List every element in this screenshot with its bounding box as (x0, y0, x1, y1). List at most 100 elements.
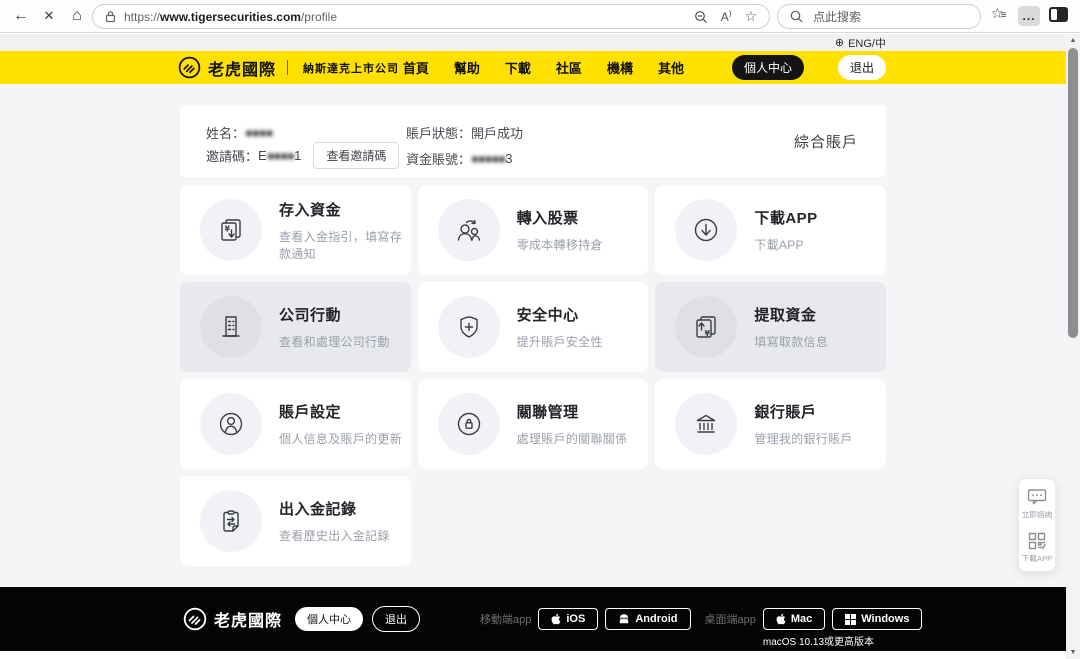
footer-profile-center-button[interactable]: 個人中心 (295, 607, 363, 631)
consult-label: 立即諮詢 (1022, 509, 1052, 519)
card-title: 提取資金 (754, 304, 828, 325)
nav-institution[interactable]: 機構 (607, 58, 633, 77)
card-subtitle: 管理我的銀行賬戶 (754, 430, 852, 447)
nav-community[interactable]: 社區 (556, 58, 582, 77)
association-icon (438, 393, 500, 455)
windows-download-button[interactable]: Windows (832, 608, 922, 630)
footer-logout-button[interactable]: 退出 (372, 606, 420, 632)
card-security-center[interactable]: 安全中心 提升賬戶安全性 (418, 282, 649, 372)
desktop-app-label: 桌面端app (705, 611, 756, 627)
stop-icon[interactable]: ✕ (36, 3, 62, 29)
ios-download-button[interactable]: iOS (538, 608, 598, 630)
view-invite-code-button[interactable]: 查看邀請碼 (313, 142, 399, 169)
lock-icon (105, 10, 116, 23)
card-subtitle: 查看入金指引，填寫存款通知 (279, 228, 411, 262)
brand-name: 老虎國際 (208, 56, 276, 80)
account-status-value: 開戶成功 (471, 123, 523, 142)
card-title: 下載APP (754, 207, 817, 228)
brand-divider (287, 60, 288, 75)
invite-code-suffix: 1 (294, 148, 301, 163)
card-deposit-funds[interactable]: ¥ 存入資金 查看入金指引，填寫存款通知 (180, 185, 411, 275)
invite-code-label: 邀請碼： (206, 146, 258, 165)
scrollbar-thumb[interactable] (1068, 48, 1078, 338)
favorite-star-icon[interactable]: ☆ (744, 8, 757, 25)
card-title: 關聯管理 (517, 401, 628, 422)
read-aloud-icon[interactable]: A) (721, 9, 732, 24)
android-download-button[interactable]: Android (605, 608, 690, 630)
card-transfer-stock[interactable]: 轉入股票 零成本轉移持倉 (418, 185, 649, 275)
invite-code-prefix: E (258, 148, 267, 163)
svg-text:¥: ¥ (225, 225, 231, 234)
account-status-label: 賬戶狀態： (406, 123, 471, 142)
card-account-settings[interactable]: 賬戶設定 個人信息及賬戶的更新 (180, 379, 411, 469)
function-card-grid: ¥ 存入資金 查看入金指引，填寫存款通知 (180, 185, 886, 566)
consult-now-button[interactable]: 立即諮詢 (1021, 488, 1053, 520)
address-bar[interactable]: https://www.tigersecurities.com/profile … (92, 4, 770, 29)
globe-icon: ⊕ (835, 36, 844, 49)
nav-help[interactable]: 幫助 (454, 58, 480, 77)
card-title: 存入資金 (279, 199, 411, 220)
tiger-logo-icon (178, 56, 201, 79)
macos-version-note: macOS 10.13或更高版本 (763, 633, 874, 648)
card-fund-records[interactable]: 出入金記錄 查看歷史出入金記錄 (180, 476, 411, 566)
footer-tiger-logo-icon (183, 607, 207, 631)
card-subtitle: 填寫取款信息 (754, 333, 828, 350)
mac-download-button[interactable]: Mac (763, 608, 825, 630)
brand-subtitle: 納斯達克上市公司 (303, 60, 399, 76)
scroll-up-arrow[interactable]: ▲ (1066, 34, 1080, 47)
split-screen-icon[interactable] (1049, 7, 1068, 22)
more-menu-button[interactable]: ... (1018, 6, 1040, 26)
card-corporate-action[interactable]: 公司行動 查看和處理公司行動 (180, 282, 411, 372)
search-box[interactable]: 点此搜索 (777, 4, 981, 29)
card-association-management[interactable]: 關聯管理 處理賬戶的關聯關係 (418, 379, 649, 469)
card-title: 銀行賬戶 (754, 401, 852, 422)
card-download-app[interactable]: 下載APP 下載APP (655, 185, 886, 275)
card-bank-account[interactable]: 銀行賬戶 管理我的銀行賬戶 (655, 379, 886, 469)
nav-other[interactable]: 其他 (658, 58, 684, 77)
card-subtitle: 查看歷史出入金記錄 (279, 527, 390, 544)
nav-home[interactable]: 首頁 (403, 58, 429, 77)
search-icon (790, 10, 803, 23)
site-logo[interactable]: 老虎國際 納斯達克上市公司 (178, 56, 399, 80)
favorites-bar-icon[interactable]: ☆≡ (991, 5, 1006, 22)
card-subtitle: 提升賬戶安全性 (517, 333, 603, 350)
download-app-label: 下載APP (1022, 553, 1052, 563)
site-navbar: 老虎國際 納斯達克上市公司 首頁 幫助 下載 社區 機構 其他 個人中心 退出 (0, 51, 1066, 84)
account-settings-icon (200, 393, 262, 455)
name-label: 姓名： (206, 123, 245, 142)
apple-icon (551, 613, 561, 625)
scrollbar[interactable]: ▲ ▼ (1066, 34, 1080, 659)
account-type-label: 綜合賬戶 (794, 131, 858, 152)
windows-icon (845, 614, 856, 625)
chat-bubble-icon (1027, 488, 1047, 506)
page-bottom-strip (0, 651, 1066, 659)
transfer-stock-icon (438, 199, 500, 261)
back-icon[interactable]: ← (8, 3, 34, 29)
card-subtitle: 個人信息及賬戶的更新 (279, 430, 402, 447)
search-placeholder: 点此搜索 (813, 8, 861, 25)
download-app-widget-button[interactable]: 下載APP (1021, 532, 1053, 564)
corporate-action-icon (200, 296, 262, 358)
fund-account-redacted: ●●●●● (471, 151, 505, 166)
zoom-out-icon[interactable] (694, 10, 708, 24)
scroll-down-arrow[interactable]: ▼ (1066, 646, 1080, 659)
card-subtitle: 零成本轉移持倉 (517, 236, 603, 253)
language-switch[interactable]: ⊕ ENG/中 (180, 34, 886, 51)
logout-button[interactable]: 退出 (838, 55, 886, 80)
footer-logo: 老虎國際 (183, 607, 282, 631)
card-withdraw-funds[interactable]: ¥ 提取資金 填寫取款信息 (655, 282, 886, 372)
language-bar: ⊕ ENG/中 (0, 34, 1066, 51)
profile-center-button[interactable]: 個人中心 (732, 55, 804, 80)
name-value-redacted: ●●●● (245, 125, 272, 140)
nav-download[interactable]: 下載 (505, 58, 531, 77)
floating-side-widget: 立即諮詢 下載APP (1018, 478, 1056, 572)
security-center-icon (438, 296, 500, 358)
card-title: 轉入股票 (517, 207, 603, 228)
profile-info-panel: 姓名： ●●●● 邀請碼： E ●●●● 1 查看邀請碼 賬戶狀態： 開戶成功 … (180, 105, 886, 177)
language-label: ENG/中 (848, 35, 886, 51)
withdraw-funds-icon: ¥ (675, 296, 737, 358)
home-icon[interactable]: ⌂ (64, 3, 90, 29)
deposit-funds-icon: ¥ (200, 199, 262, 261)
card-title: 公司行動 (279, 304, 390, 325)
qr-code-icon (1028, 532, 1046, 550)
